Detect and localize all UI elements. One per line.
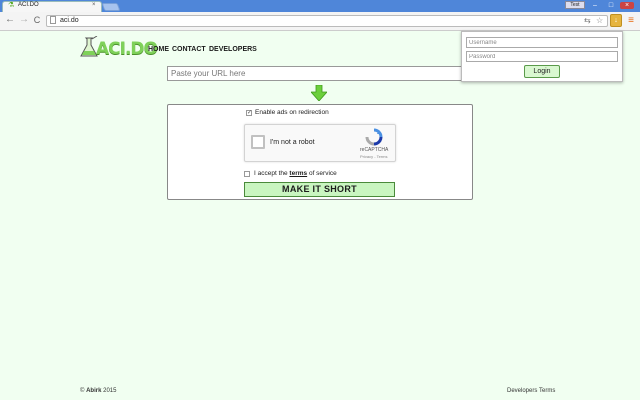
browser-tab[interactable] (2, 1, 102, 12)
address-bar[interactable] (46, 15, 608, 27)
terms-suffix: of service (308, 170, 337, 177)
profile-badge[interactable]: Test (565, 1, 585, 9)
star-icon[interactable]: ☆ (596, 16, 603, 25)
close-window-icon[interactable]: × (620, 2, 634, 9)
tab-title: ACI.DO (18, 2, 39, 8)
maximize-icon[interactable]: □ (604, 2, 618, 9)
username-field[interactable] (466, 37, 618, 48)
extension-download-icon[interactable]: ↓ (610, 14, 622, 27)
reload-icon[interactable]: C (31, 13, 43, 27)
footer-year: 2015 (103, 388, 117, 394)
terms-checkbox[interactable] (244, 171, 250, 177)
recaptcha-links[interactable]: Privacy - Terms (360, 154, 387, 159)
arrow-down-icon (311, 85, 327, 101)
nav-developers[interactable]: DEVELOPERS (209, 45, 257, 54)
password-field[interactable] (466, 51, 618, 62)
menu-icon[interactable]: ≡ (626, 14, 636, 27)
terms-label: I accept the terms of service (254, 170, 337, 178)
terms-prefix: I accept the (254, 170, 288, 177)
tab-close-icon[interactable]: × (92, 1, 96, 9)
page-icon (50, 16, 56, 24)
recaptcha-brand: reCAPTCHA (360, 147, 389, 153)
url-input[interactable] (167, 66, 473, 81)
nav-home[interactable]: HOME (148, 45, 169, 54)
make-it-short-button[interactable]: MAKE IT SHORT (244, 182, 395, 197)
footer-copyright: © Abirk 2015 (80, 387, 116, 395)
back-icon[interactable]: ← (4, 13, 16, 27)
recaptcha-logo-icon (365, 128, 383, 146)
nav-contact[interactable]: CONTACT (172, 45, 206, 54)
new-tab-button[interactable] (101, 3, 121, 11)
minimize-icon[interactable]: – (588, 2, 602, 9)
flask-icon: ⚗ (8, 2, 15, 9)
translate-icon[interactable]: ⇆ (584, 16, 591, 25)
terms-link[interactable]: terms (289, 170, 307, 177)
enable-ads-label: Enable ads on redirection (255, 109, 329, 116)
login-button[interactable]: Login (524, 65, 560, 78)
forward-icon[interactable]: → (18, 13, 30, 27)
copyright-symbol: © (80, 388, 85, 394)
footer-terms-link[interactable]: Terms (539, 387, 555, 395)
recaptcha-checkbox[interactable] (251, 135, 265, 149)
footer-owner: Abirk (86, 388, 102, 394)
footer-developers-link[interactable]: Developers (507, 387, 537, 395)
recaptcha-label: I'm not a robot (270, 139, 315, 146)
address-url[interactable]: aci.do (60, 16, 79, 25)
enable-ads-checkbox[interactable]: ✓ (246, 110, 252, 116)
